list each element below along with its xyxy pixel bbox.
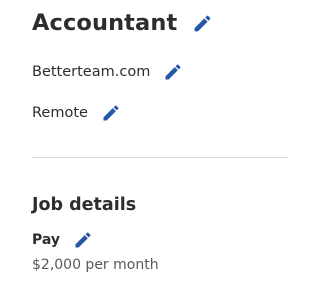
- edit-job-title-pencil-icon[interactable]: [192, 13, 213, 34]
- job-title: Accountant: [32, 10, 178, 36]
- edit-location-pencil-icon[interactable]: [101, 103, 121, 123]
- location-row: Remote: [32, 102, 121, 124]
- company-name: Betterteam.com: [32, 64, 151, 80]
- pay-value: $2,000 per month: [32, 257, 159, 273]
- job-title-row: Accountant: [32, 6, 213, 40]
- section-divider: [32, 157, 288, 158]
- edit-company-pencil-icon[interactable]: [163, 62, 183, 82]
- job-location: Remote: [32, 105, 88, 121]
- job-details-heading: Job details: [32, 195, 137, 215]
- edit-pay-pencil-icon[interactable]: [73, 230, 93, 250]
- company-row: Betterteam.com: [32, 61, 183, 83]
- pay-row: Pay: [32, 229, 93, 251]
- pay-label: Pay: [32, 232, 61, 248]
